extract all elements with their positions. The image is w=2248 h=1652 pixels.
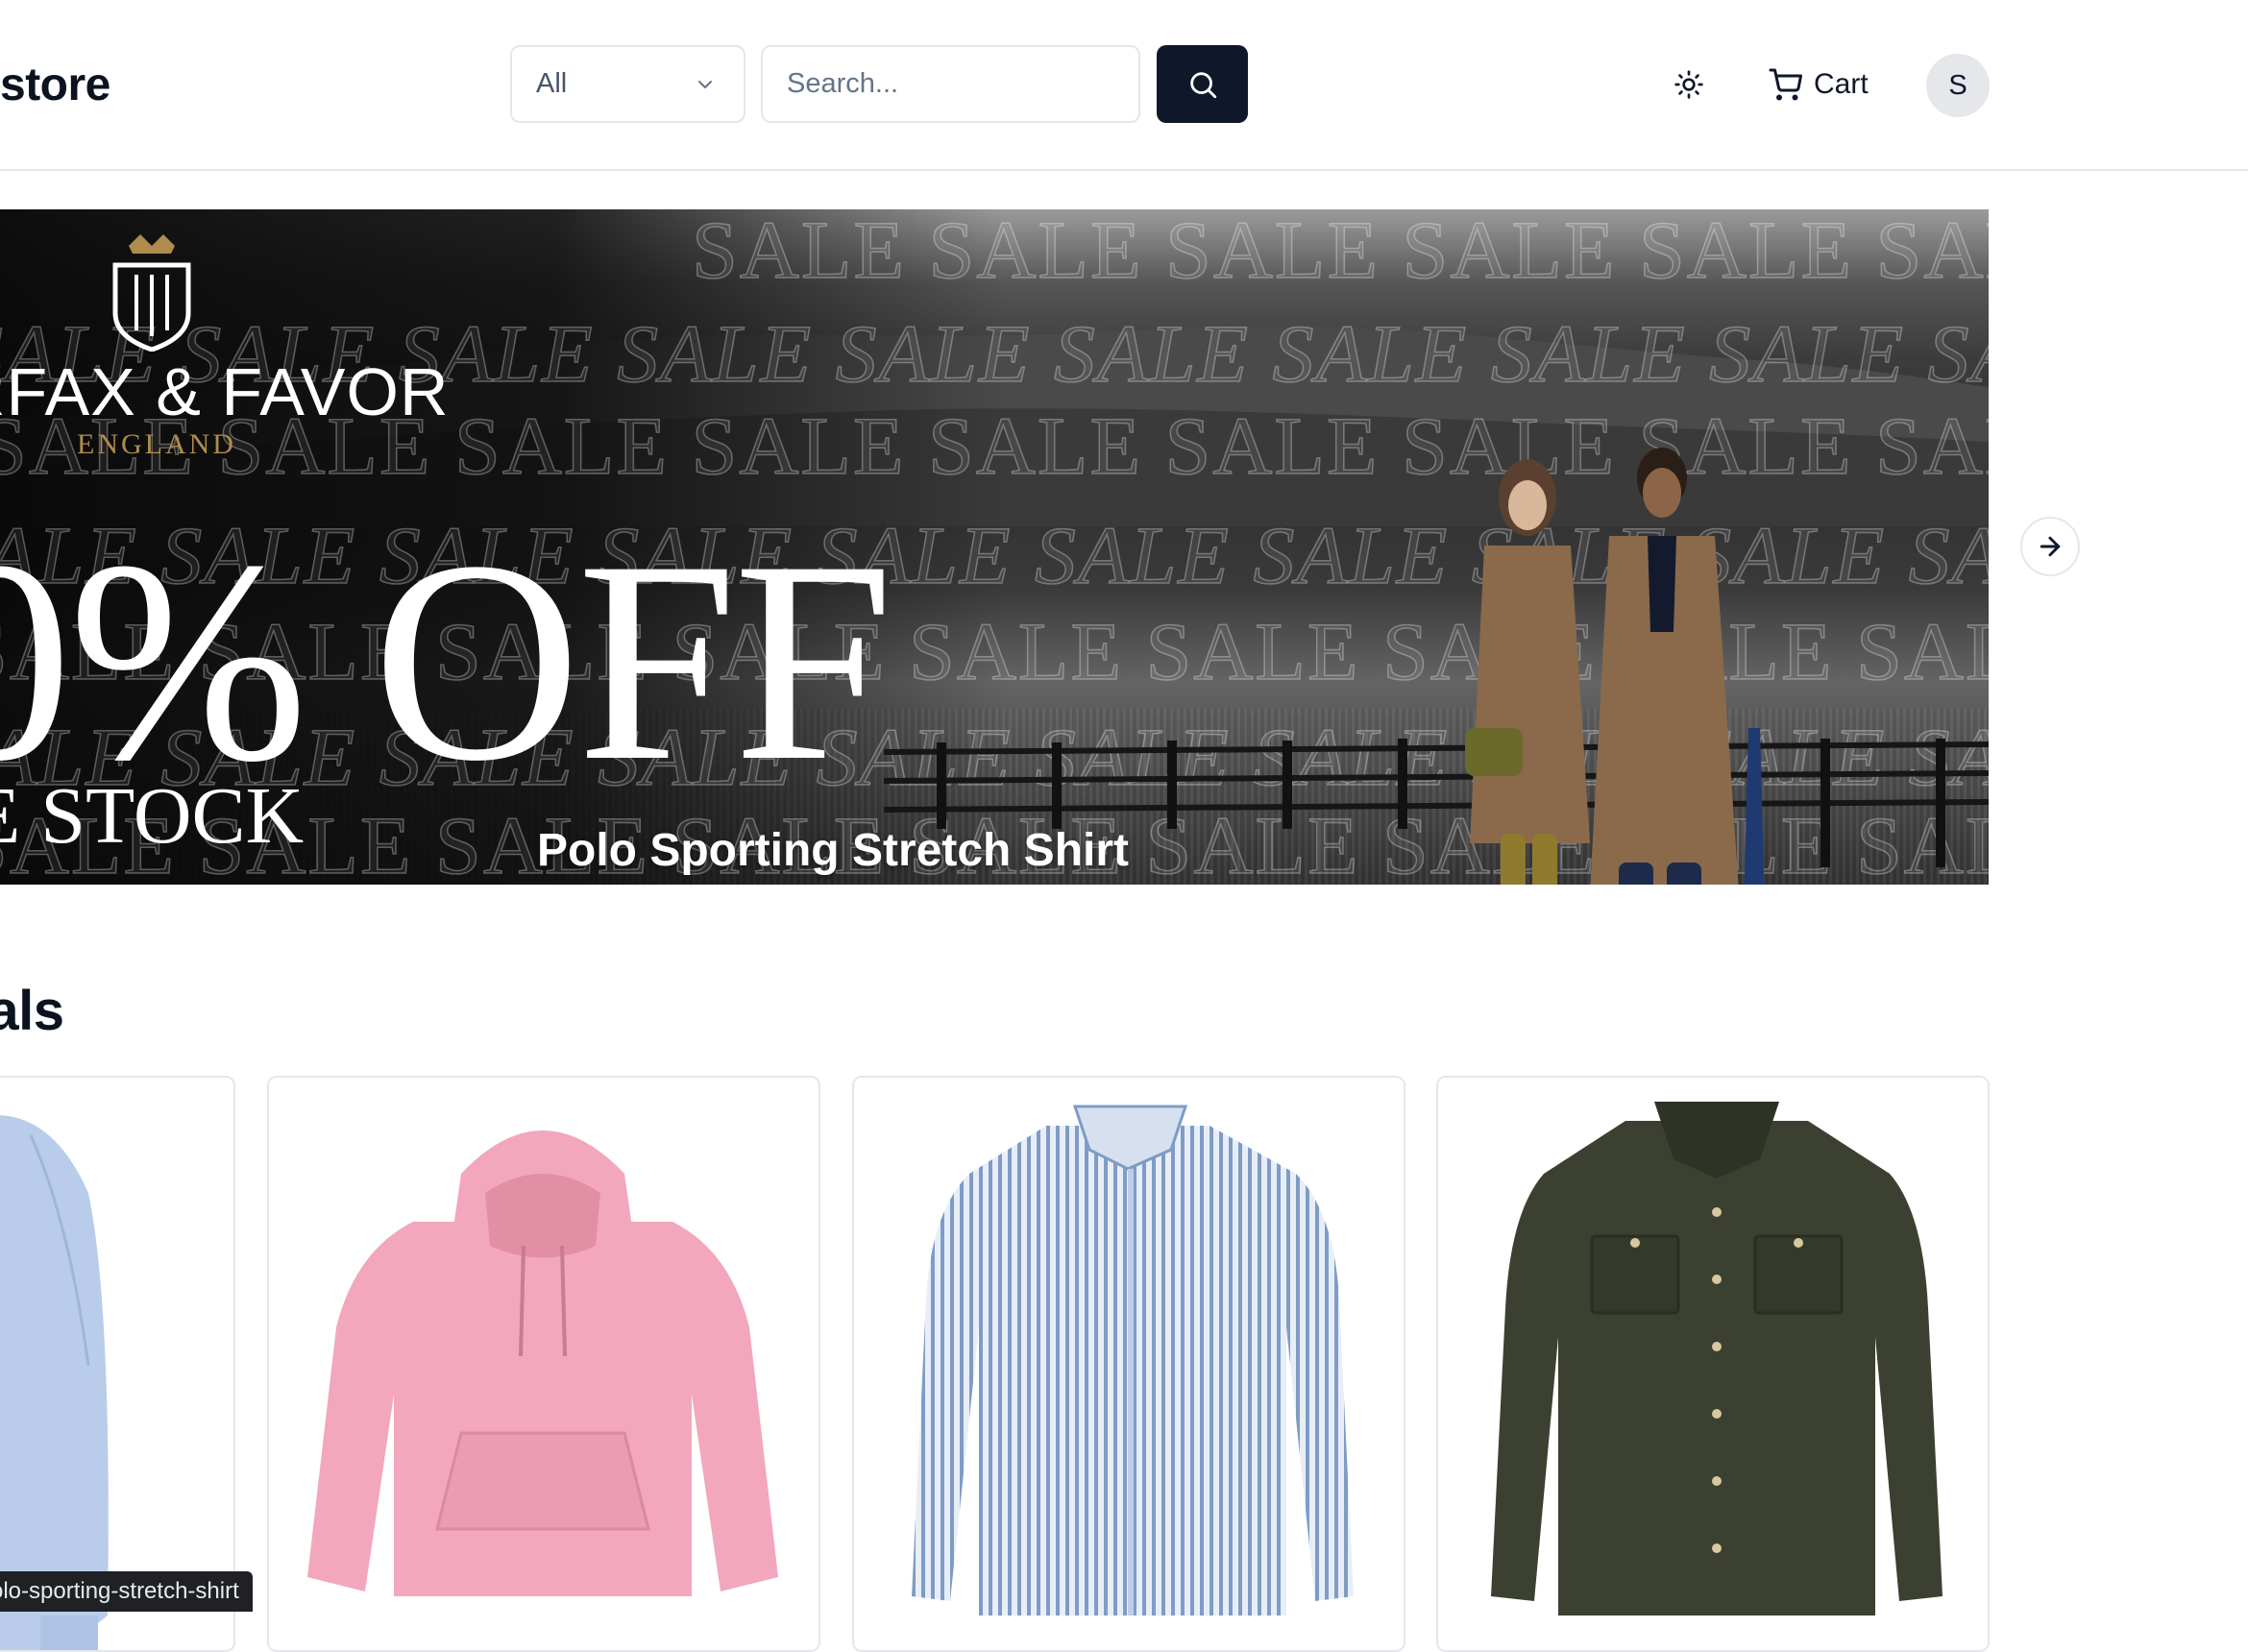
shopping-cart-icon xyxy=(1769,68,1802,101)
brand-logo-subtitle: ENGLAND xyxy=(77,428,236,460)
product-card-pink-hoodie[interactable] xyxy=(267,1076,820,1652)
product-image-blue-striped-shirt xyxy=(912,1105,1354,1616)
category-select-value: All xyxy=(536,68,568,99)
stock-subheadline: E STOCK xyxy=(0,771,305,861)
product-card-light-blue-shirt[interactable] xyxy=(0,1076,235,1652)
link-url-status: olo-sporting-stretch-shirt xyxy=(0,1571,253,1612)
new-arrivals-heading: ivals xyxy=(0,980,64,1042)
store-logo[interactable]: store xyxy=(0,53,110,118)
hero-banner[interactable]: SALE SALE SALE SALE SALE SALE SALE SALE … xyxy=(0,209,1989,885)
models-photo xyxy=(1465,448,1765,885)
cart-label: Cart xyxy=(1814,68,1869,100)
product-image-olive-field-shirt xyxy=(1491,1102,1943,1616)
chevron-down-icon xyxy=(698,80,712,88)
search-icon xyxy=(1189,71,1216,98)
product-image-pink-hoodie xyxy=(307,1130,778,1596)
carousel-next-button[interactable] xyxy=(2020,517,2080,576)
search-button[interactable] xyxy=(1157,45,1248,123)
product-card-blue-striped-shirt[interactable] xyxy=(852,1076,1405,1652)
cart-button[interactable]: Cart xyxy=(1768,55,1869,114)
search-input[interactable] xyxy=(761,45,1140,123)
theme-toggle-button[interactable] xyxy=(1668,63,1710,106)
arrow-right-icon xyxy=(2040,536,2061,557)
user-avatar[interactable]: S xyxy=(1926,54,1990,117)
banner-caption: Polo Sporting Stretch Shirt xyxy=(537,825,1130,876)
discount-headline: 0% OFF xyxy=(0,501,893,820)
product-image-light-blue-shirt xyxy=(0,1115,109,1650)
sun-icon xyxy=(1674,70,1703,99)
product-card-olive-field-shirt[interactable] xyxy=(1436,1076,1990,1652)
site-header: store All Cart S xyxy=(0,0,2248,171)
brand-logo-text: RFAX & FAVOR xyxy=(0,354,450,429)
brand-shield-icon xyxy=(112,234,191,352)
category-select[interactable]: All xyxy=(510,45,745,123)
